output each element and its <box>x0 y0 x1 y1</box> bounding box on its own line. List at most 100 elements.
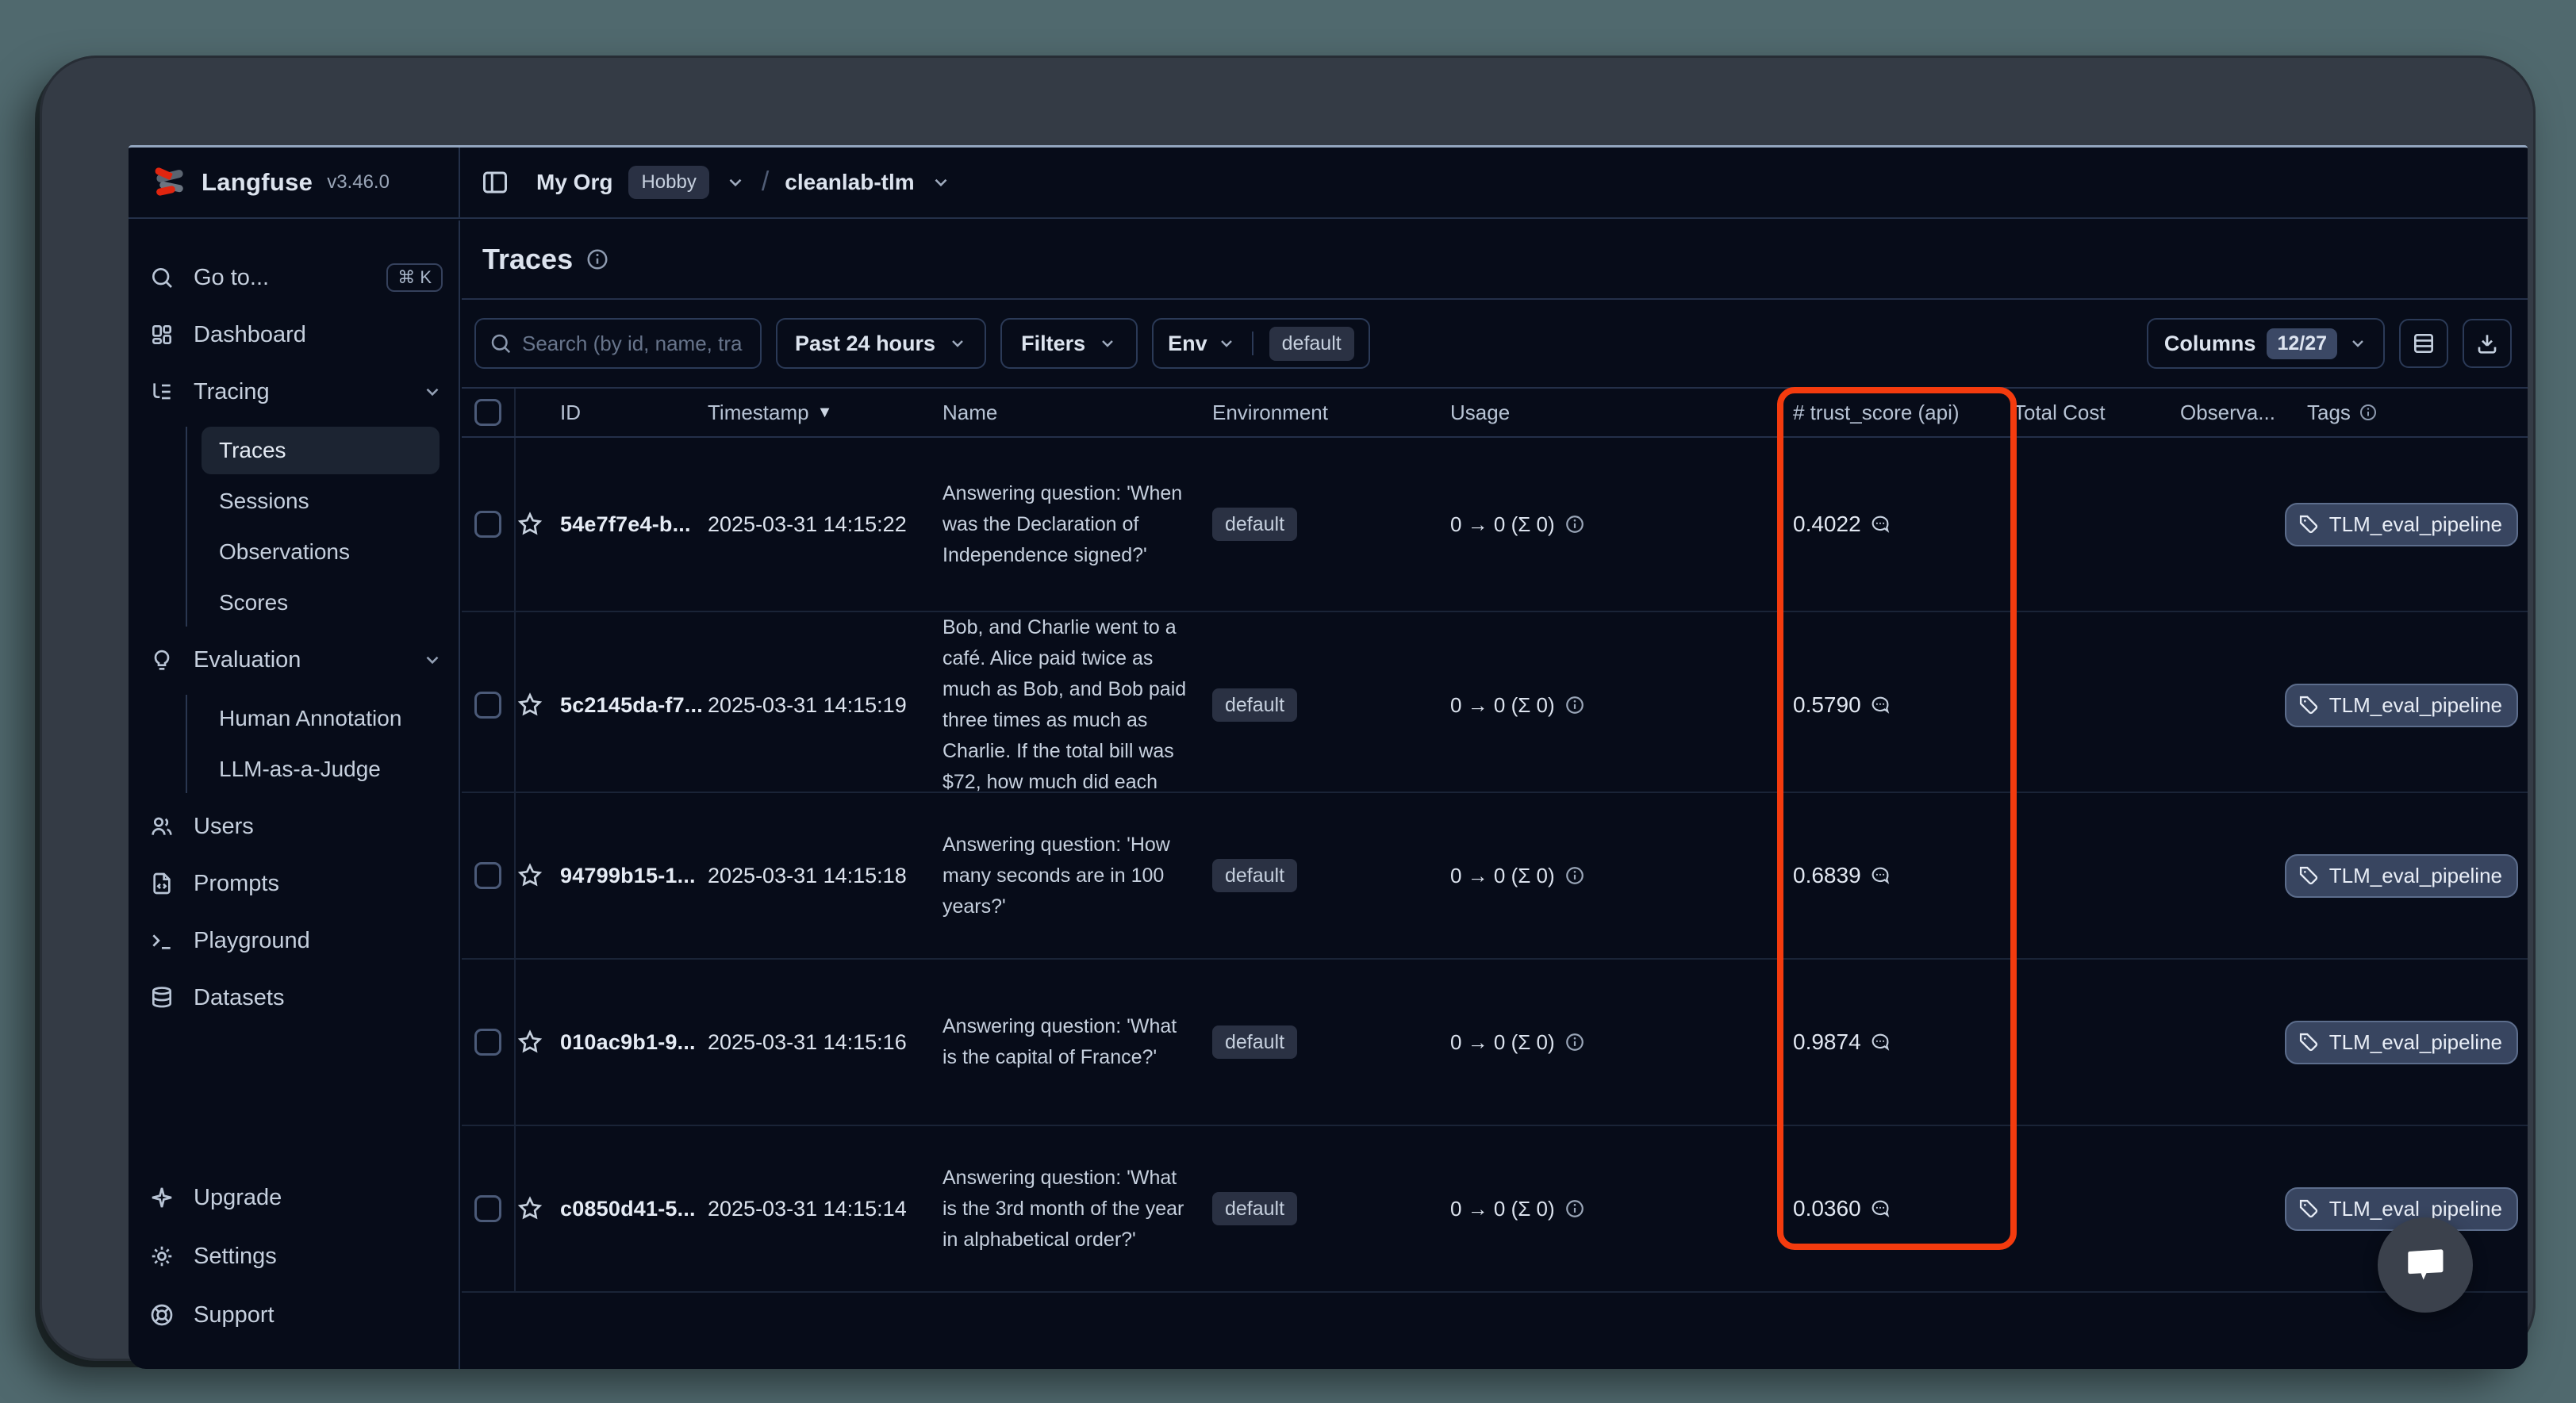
columns-dropdown[interactable]: Columns 12/27 <box>2147 318 2385 369</box>
project-name[interactable]: cleanlab-tlm <box>785 170 914 195</box>
column-header-tags[interactable]: Tags <box>2307 401 2509 425</box>
brand-name: Langfuse <box>202 168 313 197</box>
sidebar-item-traces[interactable]: Traces <box>202 427 440 474</box>
sidebar-item-tracing[interactable]: Tracing <box>149 370 443 414</box>
sidebar-item-scores[interactable]: Scores <box>202 579 440 627</box>
org-chevron-down-icon[interactable] <box>725 172 746 193</box>
row-checkbox[interactable] <box>474 1195 501 1222</box>
row-checkbox[interactable] <box>474 511 501 538</box>
sidebar-item-label: Users <box>194 814 254 840</box>
chevron-down-icon <box>948 334 967 353</box>
tags-info-icon[interactable] <box>2359 403 2378 422</box>
usage-info-icon[interactable] <box>1564 1198 1585 1219</box>
usage-info-icon[interactable] <box>1564 514 1585 535</box>
filters-label: Filters <box>1021 332 1085 356</box>
sidebar-item-playground[interactable]: Playground <box>149 918 443 963</box>
usage-info-icon[interactable] <box>1564 1032 1585 1052</box>
column-header-total-cost[interactable]: Total Cost <box>2014 401 2180 425</box>
dashboard-icon <box>149 322 176 347</box>
trace-timestamp: 2025-03-31 14:15:19 <box>708 693 942 718</box>
env-dropdown[interactable]: Env default <box>1152 318 1370 369</box>
column-header-usage[interactable]: Usage <box>1450 401 1771 425</box>
time-range-dropdown[interactable]: Past 24 hours <box>776 318 986 369</box>
row-height-button[interactable] <box>2399 319 2448 368</box>
sidebar-item-settings[interactable]: Settings <box>149 1234 443 1278</box>
tag-pill[interactable]: TLM_eval_pipeline <box>2285 854 2518 898</box>
sidebar-item-observations[interactable]: Observations <box>202 528 440 576</box>
trace-id: c0850d41-5... <box>560 1197 708 1221</box>
filters-dropdown[interactable]: Filters <box>1000 318 1138 369</box>
search-icon <box>149 265 176 290</box>
column-header-timestamp[interactable]: Timestamp▼ <box>708 401 942 425</box>
project-chevron-down-icon[interactable] <box>931 172 951 193</box>
star-icon[interactable] <box>516 1028 560 1056</box>
sidebar-item-dashboard[interactable]: Dashboard <box>149 312 443 357</box>
tag-pill[interactable]: TLM_eval_pipeline <box>2285 1021 2518 1064</box>
table-row[interactable]: 54e7f7e4-b... 2025-03-31 14:15:22 Answer… <box>462 438 2528 612</box>
star-icon[interactable] <box>516 1194 560 1223</box>
column-header-id[interactable]: ID <box>560 401 708 425</box>
comment-icon[interactable] <box>1869 694 1891 716</box>
sidebar-item-prompts[interactable]: Prompts <box>149 861 443 906</box>
sidebar-toggle-icon[interactable] <box>481 168 509 197</box>
sidebar-item-upgrade[interactable]: Upgrade <box>149 1175 443 1220</box>
sidebar-item-llm-as-a-judge[interactable]: LLM-as-a-Judge <box>202 746 440 793</box>
select-all-checkbox[interactable] <box>474 399 501 426</box>
column-header-environment[interactable]: Environment <box>1212 401 1450 425</box>
sidebar-item-evaluation[interactable]: Evaluation <box>149 638 443 682</box>
sidebar-item-label: Evaluation <box>194 647 301 673</box>
table-row[interactable]: c0850d41-5... 2025-03-31 14:15:14 Answer… <box>462 1126 2528 1293</box>
users-icon <box>149 814 176 839</box>
page-title: Traces <box>482 243 573 276</box>
sidebar-item-label: Datasets <box>194 985 284 1011</box>
column-header-trust-score[interactable]: # trust_score (api) <box>1771 401 2014 425</box>
divider <box>1252 332 1253 355</box>
column-header-name[interactable]: Name <box>942 401 1212 425</box>
langfuse-logo-icon <box>154 166 187 199</box>
life-buoy-icon <box>149 1302 176 1328</box>
comment-icon[interactable] <box>1869 1198 1891 1220</box>
star-icon[interactable] <box>516 861 560 890</box>
traces-info-icon[interactable] <box>585 247 609 271</box>
usage-value: 0 → 0 (Σ 0) <box>1450 693 1555 718</box>
table-row[interactable]: 5c2145da-f7... 2025-03-31 14:15:19 Bob, … <box>462 612 2528 793</box>
sidebar-item-users[interactable]: Users <box>149 804 443 849</box>
comment-icon[interactable] <box>1869 513 1891 535</box>
goto-shortcut: ⌘ K <box>386 263 443 292</box>
tag-pill[interactable]: TLM_eval_pipeline <box>2285 503 2518 546</box>
export-button[interactable] <box>2463 319 2512 368</box>
trace-timestamp: 2025-03-31 14:15:16 <box>708 1030 942 1055</box>
table-row[interactable]: 94799b15-1... 2025-03-31 14:15:18 Answer… <box>462 793 2528 960</box>
chevron-down-icon <box>2348 334 2367 353</box>
sidebar-item-goto[interactable]: Go to... ⌘ K <box>149 255 443 300</box>
row-checkbox[interactable] <box>474 862 501 889</box>
sidebar-bottom: Upgrade Settings Support <box>149 1175 443 1337</box>
sidebar-item-human-annotation[interactable]: Human Annotation <box>202 695 440 742</box>
tag-pill[interactable]: TLM_eval_pipeline <box>2285 684 2518 727</box>
org-name[interactable]: My Org <box>536 170 612 195</box>
sidebar-item-label: Upgrade <box>194 1185 282 1211</box>
search-input[interactable] <box>522 332 747 356</box>
sidebar-item-sessions[interactable]: Sessions <box>202 477 440 525</box>
tag-icon <box>2298 1031 2320 1053</box>
row-checkbox[interactable] <box>474 1029 501 1056</box>
star-icon[interactable] <box>516 510 560 539</box>
usage-info-icon[interactable] <box>1564 695 1585 715</box>
comment-icon[interactable] <box>1869 864 1891 887</box>
row-checkbox[interactable] <box>474 692 501 719</box>
star-icon[interactable] <box>516 691 560 719</box>
sidebar-item-support[interactable]: Support <box>149 1293 443 1337</box>
file-code-icon <box>149 871 176 896</box>
sidebar-item-datasets[interactable]: Datasets <box>149 976 443 1020</box>
page-title-bar: Traces <box>462 220 2528 300</box>
top-bar: Langfuse v3.46.0 My Org Hobby / cleanlab… <box>129 148 2528 219</box>
table-row[interactable]: 010ac9b1-9... 2025-03-31 14:15:16 Answer… <box>462 960 2528 1126</box>
search-input-wrap <box>474 318 762 369</box>
column-header-observations[interactable]: Observa... <box>2180 401 2307 425</box>
chat-widget-button[interactable] <box>2378 1217 2473 1313</box>
chevron-down-icon <box>422 381 443 402</box>
goto-label: Go to... <box>194 265 269 291</box>
usage-info-icon[interactable] <box>1564 865 1585 886</box>
columns-count-badge: 12/27 <box>2267 328 2337 359</box>
comment-icon[interactable] <box>1869 1031 1891 1053</box>
